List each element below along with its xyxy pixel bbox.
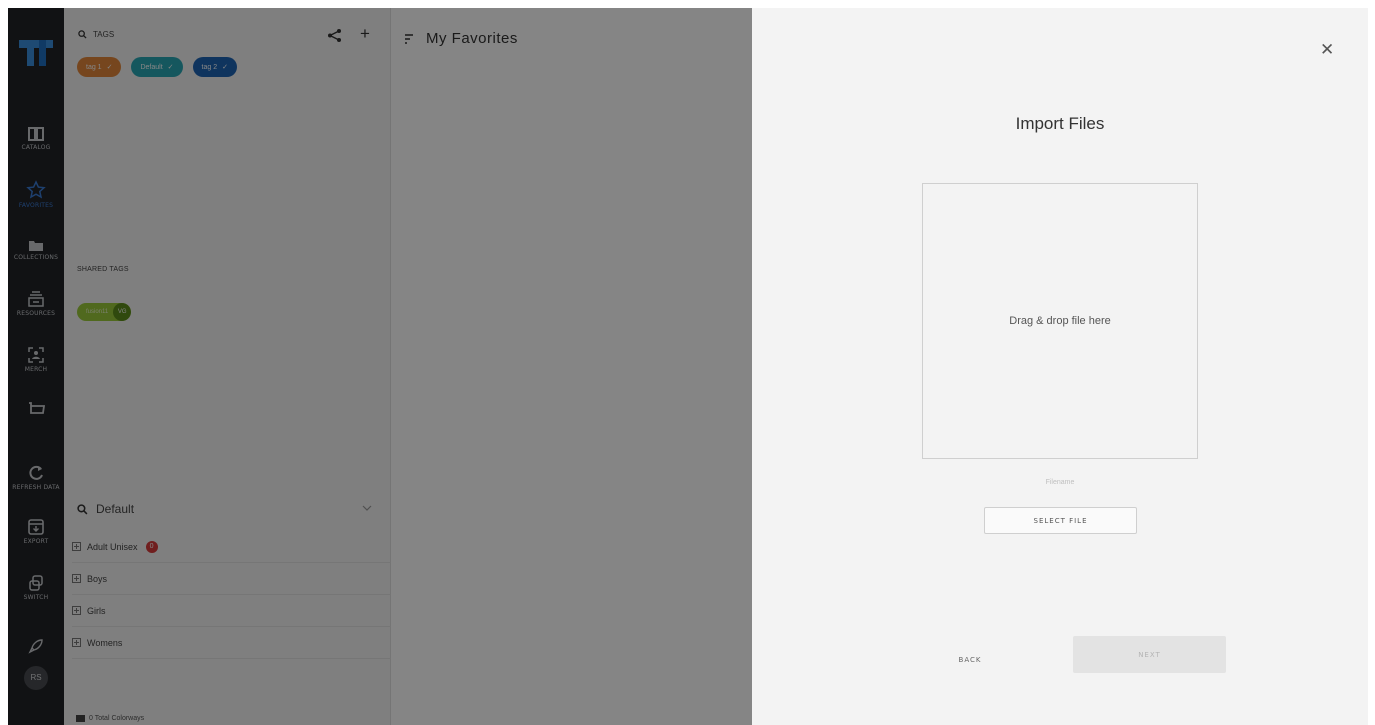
- dialog-title: Import Files: [1015, 114, 1105, 133]
- close-icon[interactable]: ✕: [1320, 40, 1334, 60]
- back-button[interactable]: BACK: [924, 648, 1016, 672]
- app-window: CATALOG FAVORITES COLLECTIONS RESOURCES …: [8, 8, 1368, 725]
- modal-backdrop[interactable]: [8, 8, 752, 725]
- import-files-dialog: ✕ Import Files Drag & drop file here Fil…: [752, 8, 1368, 725]
- filename-placeholder: Filename: [1045, 479, 1075, 486]
- next-button[interactable]: NEXT: [1073, 636, 1226, 673]
- dropzone-label: Drag & drop file here: [1009, 315, 1111, 327]
- file-dropzone[interactable]: Drag & drop file here: [922, 183, 1198, 459]
- select-file-button[interactable]: SELECT FILE: [984, 507, 1137, 534]
